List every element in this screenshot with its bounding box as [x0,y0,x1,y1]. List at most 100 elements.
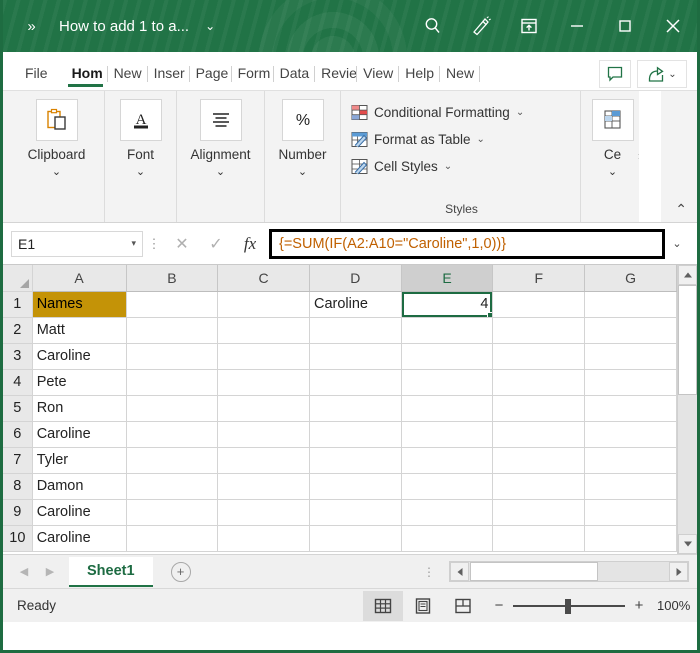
cell-c9[interactable] [218,499,310,525]
cell-d4[interactable] [309,369,401,395]
cell-a6[interactable]: Caroline [32,421,126,447]
cell-e6[interactable] [401,421,493,447]
tab-file[interactable]: File [23,61,50,90]
cell-c10[interactable] [218,525,310,551]
cell-b9[interactable] [126,499,218,525]
clipboard-icon[interactable] [36,99,78,141]
cell-c8[interactable] [218,473,310,499]
row-header-8[interactable]: 8 [3,473,32,499]
cell-f7[interactable] [493,447,585,473]
name-box-caret-icon[interactable]: ▾ [131,238,136,249]
cell-styles-button[interactable]: Cell Styles ⌄ [351,153,572,180]
scroll-right-button[interactable] [669,562,688,581]
row-header-9[interactable]: 9 [3,499,32,525]
tab-page-layout[interactable]: Page [190,61,232,90]
column-header-b[interactable]: B [126,265,218,291]
row-header-5[interactable]: 5 [3,395,32,421]
page-break-preview-icon[interactable] [443,591,483,621]
tab-view[interactable]: View [357,61,399,90]
cell-b2[interactable] [126,317,218,343]
ribbon-group-number[interactable]: % Number ⌄ [265,91,341,222]
insert-function-button[interactable]: fx [233,229,267,259]
maximize-icon[interactable] [601,6,649,46]
cell-e8[interactable] [401,473,493,499]
next-sheet-button[interactable]: ▶ [37,565,63,578]
collapse-ribbon-icon[interactable]: ⌃ [675,201,687,218]
zoom-level-label[interactable]: 100% [657,598,697,613]
cell-d5[interactable] [309,395,401,421]
grid-cells-area[interactable]: A B C D E F G 1 Names Caro [3,265,677,554]
alignment-caret-icon[interactable]: ⌄ [216,165,225,178]
row-header-10[interactable]: 10 [3,525,32,551]
cell-a8[interactable]: Damon [32,473,126,499]
cell-b3[interactable] [126,343,218,369]
column-header-f[interactable]: F [493,265,585,291]
cell-d8[interactable] [309,473,401,499]
cell-c6[interactable] [218,421,310,447]
column-header-a[interactable]: A [32,265,126,291]
tab-home[interactable]: Hom [66,61,108,90]
cell-d6[interactable] [309,421,401,447]
cell-e1[interactable]: 4 [401,291,493,317]
close-icon[interactable] [649,6,697,46]
cell-g7[interactable] [585,447,677,473]
cell-g1[interactable] [585,291,677,317]
cell-f9[interactable] [493,499,585,525]
vertical-scrollbar[interactable] [677,265,697,554]
page-layout-view-icon[interactable] [403,591,443,621]
zoom-control[interactable]: − + [493,596,645,616]
row-header-7[interactable]: 7 [3,447,32,473]
cell-g8[interactable] [585,473,677,499]
cells-caret-icon[interactable]: ⌄ [608,165,617,178]
cell-f3[interactable] [493,343,585,369]
cell-e5[interactable] [401,395,493,421]
format-as-table-button[interactable]: Format as Table ⌄ [351,126,572,153]
column-header-c[interactable]: C [218,265,310,291]
normal-view-icon[interactable] [363,591,403,621]
cell-a3[interactable]: Caroline [32,343,126,369]
cell-a10[interactable]: Caroline [32,525,126,551]
expand-formula-bar-icon[interactable]: ⌄ [665,237,689,250]
cell-d2[interactable] [309,317,401,343]
cell-d3[interactable] [309,343,401,369]
zoom-slider-thumb[interactable] [565,599,571,614]
cell-f1[interactable] [493,291,585,317]
cell-d9[interactable] [309,499,401,525]
tab-data[interactable]: Data [274,61,316,90]
cell-f5[interactable] [493,395,585,421]
cell-c7[interactable] [218,447,310,473]
row-header-6[interactable]: 6 [3,421,32,447]
font-caret-icon[interactable]: ⌄ [136,165,145,178]
clipboard-caret-icon[interactable]: ⌄ [52,165,61,178]
cell-d10[interactable] [309,525,401,551]
cell-g5[interactable] [585,395,677,421]
quick-access-overflow-button[interactable]: » [3,18,59,35]
percent-icon[interactable]: % [282,99,324,141]
cell-c2[interactable] [218,317,310,343]
ribbon-group-cells[interactable]: Ce ⌄ › [581,91,645,222]
alignment-icon[interactable] [200,99,242,141]
cell-c3[interactable] [218,343,310,369]
ink-pen-icon[interactable] [457,6,505,46]
sheet-tab-splitter[interactable]: ⋮ [423,566,435,578]
ribbon-display-options-icon[interactable] [505,6,553,46]
cell-g4[interactable] [585,369,677,395]
cell-d1[interactable]: Caroline [309,291,401,317]
conditional-formatting-button[interactable]: Conditional Formatting ⌄ [351,99,572,126]
cell-f8[interactable] [493,473,585,499]
cancel-formula-button[interactable]: ✕ [165,229,199,259]
row-header-1[interactable]: 1 [3,291,32,317]
previous-sheet-button[interactable]: ◀ [11,565,37,578]
minimize-icon[interactable] [553,6,601,46]
zoom-slider[interactable] [513,596,625,616]
number-caret-icon[interactable]: ⌄ [298,165,307,178]
scroll-left-button[interactable] [450,562,469,581]
cell-d7[interactable] [309,447,401,473]
vertical-scroll-track[interactable] [678,285,697,534]
row-header-2[interactable]: 2 [3,317,32,343]
cell-e3[interactable] [401,343,493,369]
cell-e10[interactable] [401,525,493,551]
cell-b7[interactable] [126,447,218,473]
tab-review[interactable]: Revie [315,61,357,90]
cell-c5[interactable] [218,395,310,421]
